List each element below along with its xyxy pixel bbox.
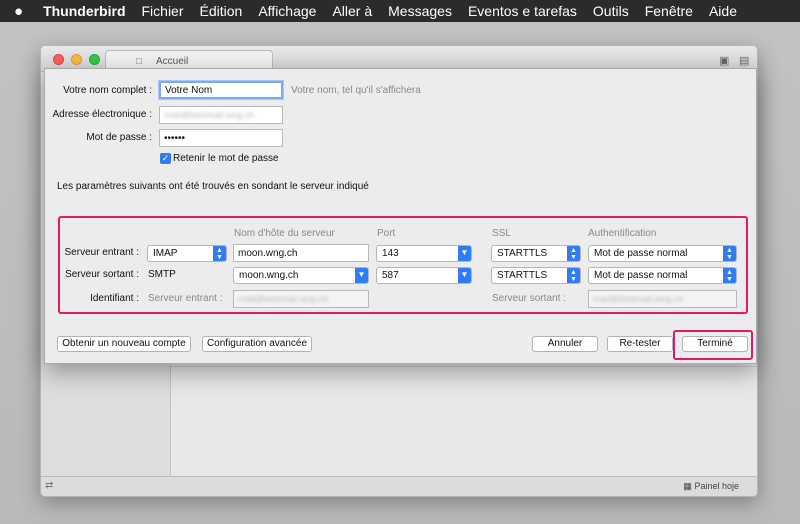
outgoing-host-value: moon.wng.ch bbox=[239, 270, 299, 281]
apple-menu-icon[interactable]: ● bbox=[14, 3, 23, 20]
outgoing-username-value: mail@bestmail.wng.ch bbox=[593, 294, 684, 304]
close-window-button[interactable] bbox=[53, 54, 64, 65]
done-button[interactable]: Terminé bbox=[682, 336, 748, 352]
incoming-ssl-select[interactable]: STARTTLS ▲ ▼ bbox=[491, 245, 581, 262]
password-label: Mot de passe : bbox=[86, 132, 152, 143]
name-hint: Votre nom, tel qu'il s'affichera bbox=[291, 85, 421, 96]
chevron-down-icon: ▼ bbox=[355, 268, 368, 283]
menu-eventos-tarefas[interactable]: Eventos e tarefas bbox=[468, 3, 577, 19]
status-bar: ⇄ ▦ Painel hoje bbox=[41, 476, 757, 496]
updown-arrows-icon: ▲ ▼ bbox=[567, 268, 580, 283]
name-label: Votre nom complet : bbox=[63, 85, 152, 96]
menu-fichier[interactable]: Fichier bbox=[142, 3, 184, 19]
updown-arrows-icon: ▲ ▼ bbox=[213, 246, 226, 261]
today-pane-icon[interactable]: ▣ bbox=[719, 54, 729, 67]
zoom-window-button[interactable] bbox=[89, 54, 100, 65]
identifier-label: Identifiant : bbox=[90, 293, 139, 304]
identifier-incoming-label: Serveur entrant : bbox=[148, 293, 223, 304]
chevron-down-icon: ▼ bbox=[458, 246, 471, 261]
today-pane-toggle[interactable]: ▦ Painel hoje bbox=[683, 481, 739, 492]
updown-arrows-icon: ▲ ▼ bbox=[723, 246, 736, 261]
updown-arrows-icon: ▲ ▼ bbox=[567, 246, 580, 261]
activity-icon[interactable]: ⇄ bbox=[45, 480, 53, 491]
outgoing-auth-select[interactable]: Mot de passe normal ▲ ▼ bbox=[588, 267, 737, 284]
outgoing-port-value: 587 bbox=[382, 270, 399, 281]
identifier-outgoing-label: Serveur sortant : bbox=[492, 293, 566, 304]
outgoing-ssl-select[interactable]: STARTTLS ▲ ▼ bbox=[491, 267, 581, 284]
menu-bar: ● Thunderbird Fichier Édition Affichage … bbox=[0, 0, 800, 22]
column-port: Port bbox=[377, 228, 396, 239]
outgoing-server-label: Serveur sortant : bbox=[65, 269, 139, 280]
folder-icon: □ bbox=[136, 56, 143, 67]
incoming-host-field[interactable] bbox=[233, 244, 369, 262]
menu-affichage[interactable]: Affichage bbox=[258, 3, 316, 19]
column-auth: Authentification bbox=[588, 228, 657, 239]
outgoing-port-combo[interactable]: 587 ▼ bbox=[376, 267, 472, 284]
cancel-button[interactable]: Annuler bbox=[532, 336, 598, 352]
tasks-icon[interactable]: ▤ bbox=[739, 54, 749, 67]
email-label: Adresse électronique : bbox=[52, 109, 152, 120]
incoming-port-value: 143 bbox=[382, 248, 399, 259]
menu-aller-a[interactable]: Aller à bbox=[332, 3, 372, 19]
minimize-window-button[interactable] bbox=[71, 54, 82, 65]
incoming-auth-value: Mot de passe normal bbox=[594, 248, 688, 259]
menu-aide[interactable]: Aide bbox=[709, 3, 737, 19]
incoming-username-value: mail@bestmail.wng.ch bbox=[238, 294, 329, 304]
password-field[interactable] bbox=[159, 129, 283, 147]
new-account-button[interactable]: Obtenir un nouveau compte bbox=[57, 336, 191, 352]
incoming-protocol-value: IMAP bbox=[153, 248, 178, 259]
incoming-server-label: Serveur entrant : bbox=[64, 247, 139, 258]
chevron-down-icon: ▼ bbox=[458, 268, 471, 283]
advanced-config-button[interactable]: Configuration avancée bbox=[202, 336, 312, 352]
remember-password-label: Retenir le mot de passe bbox=[173, 153, 279, 164]
divider bbox=[171, 366, 757, 367]
menu-messages[interactable]: Messages bbox=[388, 3, 452, 19]
incoming-auth-select[interactable]: Mot de passe normal ▲ ▼ bbox=[588, 245, 737, 262]
account-setup-dialog: Votre nom complet : Votre nom, tel qu'il… bbox=[44, 68, 757, 364]
outgoing-ssl-value: STARTTLS bbox=[497, 270, 548, 281]
column-ssl: SSL bbox=[492, 228, 511, 239]
outgoing-username-field[interactable]: mail@bestmail.wng.ch bbox=[588, 290, 737, 308]
email-field[interactable]: mail@bestmail.wng.ch bbox=[159, 106, 283, 124]
calendar-icon: ▦ bbox=[683, 481, 692, 491]
incoming-username-field[interactable]: mail@bestmail.wng.ch bbox=[233, 290, 369, 308]
found-settings-text: Les paramètres suivants ont été trouvés … bbox=[57, 181, 369, 192]
menu-outils[interactable]: Outils bbox=[593, 3, 629, 19]
incoming-protocol-select[interactable]: IMAP ▲ ▼ bbox=[147, 245, 227, 262]
outgoing-protocol: SMTP bbox=[148, 269, 176, 280]
menu-edition[interactable]: Édition bbox=[200, 3, 243, 19]
tab-label: Accueil bbox=[156, 56, 189, 67]
outgoing-host-combo[interactable]: moon.wng.ch ▼ bbox=[233, 267, 369, 284]
column-host: Nom d'hôte du serveur bbox=[234, 228, 335, 239]
menu-fenetre[interactable]: Fenêtre bbox=[645, 3, 693, 19]
incoming-ssl-value: STARTTLS bbox=[497, 248, 548, 259]
email-value: mail@bestmail.wng.ch bbox=[164, 110, 255, 120]
outgoing-auth-value: Mot de passe normal bbox=[594, 270, 688, 281]
menu-app-thunderbird[interactable]: Thunderbird bbox=[43, 3, 125, 19]
incoming-port-combo[interactable]: 143 ▼ bbox=[376, 245, 472, 262]
remember-password-checkbox[interactable]: ✓ bbox=[160, 153, 171, 164]
updown-arrows-icon: ▲ ▼ bbox=[723, 268, 736, 283]
name-field[interactable] bbox=[159, 81, 283, 99]
today-pane-label: Painel hoje bbox=[694, 481, 739, 491]
retest-button[interactable]: Re-tester bbox=[607, 336, 673, 352]
